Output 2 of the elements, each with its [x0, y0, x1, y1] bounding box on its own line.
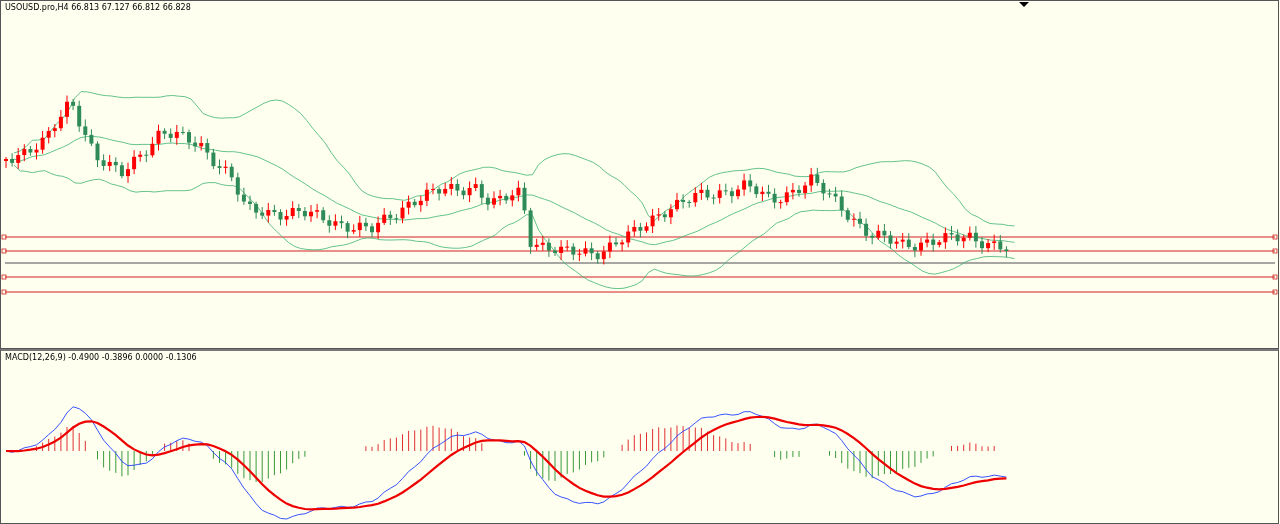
symbol-info: USOUSD.pro,H4 66.813 67.127 66.812 66.828 [5, 3, 191, 12]
indicator-info: MACD(12,26,9) -0.4900 -0.3896 0.0000 -0.1306 [5, 353, 197, 362]
